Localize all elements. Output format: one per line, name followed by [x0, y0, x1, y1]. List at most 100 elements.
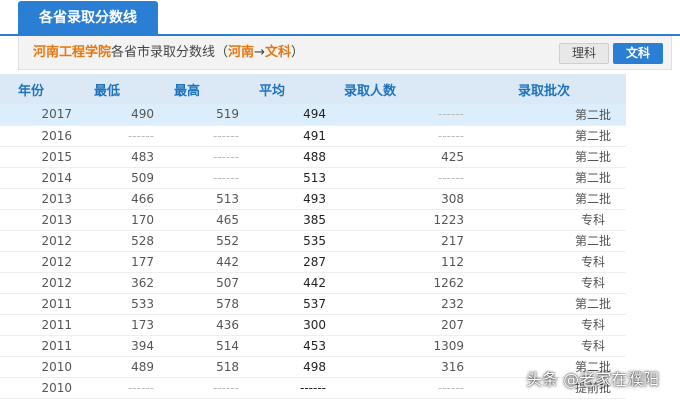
- cell-min: ------: [80, 125, 160, 147]
- table-row[interactable]: 2012 528 552 535 217 第二批: [0, 230, 626, 252]
- cell-avg: 537: [245, 293, 330, 315]
- science-button[interactable]: 理科: [559, 43, 609, 64]
- cell-count: 316: [330, 356, 468, 378]
- table-row[interactable]: 2016 ------ ------ 491 ------ 第二批: [0, 125, 626, 147]
- cell-year: 2017: [0, 104, 80, 126]
- table-row[interactable]: 2013 466 513 493 308 第二批: [0, 188, 626, 210]
- cell-year: 2011: [0, 293, 80, 315]
- cell-min: 490: [80, 104, 160, 126]
- cell-max: ------: [160, 377, 245, 399]
- cell-max: ------: [160, 146, 245, 168]
- cell-batch: 专科: [468, 272, 626, 294]
- cell-count: 217: [330, 230, 468, 252]
- cell-min: 533: [80, 293, 160, 315]
- header-count: 录取人数: [330, 74, 468, 104]
- header-batch: 录取批次: [468, 74, 626, 104]
- cell-avg: 491: [245, 125, 330, 147]
- table-row[interactable]: 2011 533 578 537 232 第二批: [0, 293, 626, 315]
- cell-count: 308: [330, 188, 468, 210]
- table-body: 2017 490 519 494 ------ 第二批 2016 ------ ------ 49…: [0, 104, 626, 399]
- watermark: 头条 @老家在濮阳: [526, 370, 660, 389]
- cell-avg: 498: [245, 356, 330, 378]
- province-name: 河南: [228, 45, 255, 60]
- table-row[interactable]: 2012 177 442 287 112 专科: [0, 251, 626, 273]
- cell-year: 2011: [0, 314, 80, 336]
- cell-batch: 第二批: [468, 293, 626, 315]
- cell-batch: 第二批: [468, 146, 626, 168]
- cell-year: 2010: [0, 356, 80, 378]
- subject-name: 文科: [264, 45, 291, 60]
- cell-min: 489: [80, 356, 160, 378]
- cell-count: ------: [330, 125, 468, 147]
- cell-year: 2013: [0, 209, 80, 231]
- cell-max: 442: [160, 251, 245, 273]
- cell-max: 578: [160, 293, 245, 315]
- school-name[interactable]: 河南工程学院: [33, 45, 111, 60]
- cell-count: 207: [330, 314, 468, 336]
- paren-close: ）: [290, 45, 304, 60]
- cell-count: 232: [330, 293, 468, 315]
- cell-year: 2012: [0, 251, 80, 273]
- table-row[interactable]: 2011 173 436 300 207 专科: [0, 314, 626, 336]
- tab-province-scores[interactable]: 各省录取分数线: [18, 1, 158, 36]
- table-row[interactable]: 2017 490 519 494 ------ 第二批: [0, 104, 626, 126]
- cell-avg: 385: [245, 209, 330, 231]
- cell-year: 2012: [0, 272, 80, 294]
- cell-year: 2014: [0, 167, 80, 189]
- paren-open: （: [215, 45, 229, 60]
- cell-max: 519: [160, 104, 245, 126]
- cell-batch: 第二批: [468, 188, 626, 210]
- cell-min: 362: [80, 272, 160, 294]
- header-year: 年份: [0, 74, 80, 104]
- sub-title-mid: 各省市录取分数线: [111, 45, 216, 60]
- cell-avg: 453: [245, 335, 330, 357]
- table-row[interactable]: 2015 483 ------ 488 425 第二批: [0, 146, 626, 168]
- top-bar: 各省录取分数线: [0, 0, 680, 36]
- arrow-icon: →: [254, 45, 265, 60]
- cell-max: 552: [160, 230, 245, 252]
- cell-avg: ------: [245, 377, 330, 399]
- cell-count: 112: [330, 251, 468, 273]
- cell-avg: 488: [245, 146, 330, 168]
- cell-batch: 第二批: [468, 125, 626, 147]
- cell-avg: 535: [245, 230, 330, 252]
- cell-batch: 专科: [468, 335, 626, 357]
- cell-batch: 专科: [468, 314, 626, 336]
- cell-min: ------: [80, 377, 160, 399]
- cell-avg: 287: [245, 251, 330, 273]
- header-avg: 平均: [245, 74, 330, 104]
- cell-min: 509: [80, 167, 160, 189]
- table-row[interactable]: 2013 170 465 385 1223 专科: [0, 209, 626, 231]
- cell-count: 1309: [330, 335, 468, 357]
- cell-batch: 第二批: [468, 167, 626, 189]
- table-row[interactable]: 2012 362 507 442 1262 专科: [0, 272, 626, 294]
- cell-min: 394: [80, 335, 160, 357]
- table-row[interactable]: 2011 394 514 453 1309 专科: [0, 335, 626, 357]
- scores-table-wrap: 年份 最低 最高 平均 录取人数 录取批次 2017 490 519 494 -----…: [0, 74, 626, 399]
- arts-button[interactable]: 文科: [613, 43, 663, 64]
- cell-avg: 513: [245, 167, 330, 189]
- cell-year: 2013: [0, 188, 80, 210]
- cell-min: 170: [80, 209, 160, 231]
- sub-title: 河南工程学院各省市录取分数线（河南→文科）: [33, 36, 304, 70]
- cell-max: 513: [160, 188, 245, 210]
- cell-count: ------: [330, 167, 468, 189]
- cell-batch: 第二批: [468, 104, 626, 126]
- cell-max: 465: [160, 209, 245, 231]
- cell-avg: 493: [245, 188, 330, 210]
- cell-max: 507: [160, 272, 245, 294]
- header-max: 最高: [160, 74, 245, 104]
- cell-year: 2011: [0, 335, 80, 357]
- cell-batch: 专科: [468, 209, 626, 231]
- header-min: 最低: [80, 74, 160, 104]
- cell-max: ------: [160, 167, 245, 189]
- cell-min: 528: [80, 230, 160, 252]
- sub-header: 河南工程学院各省市录取分数线（河南→文科） 理科 文科: [18, 36, 672, 70]
- cell-max: 514: [160, 335, 245, 357]
- cell-batch: 专科: [468, 251, 626, 273]
- cell-count: ------: [330, 377, 468, 399]
- cell-avg: 494: [245, 104, 330, 126]
- table-row[interactable]: 2014 509 ------ 513 ------ 第二批: [0, 167, 626, 189]
- cell-year: 2015: [0, 146, 80, 168]
- cell-count: 1262: [330, 272, 468, 294]
